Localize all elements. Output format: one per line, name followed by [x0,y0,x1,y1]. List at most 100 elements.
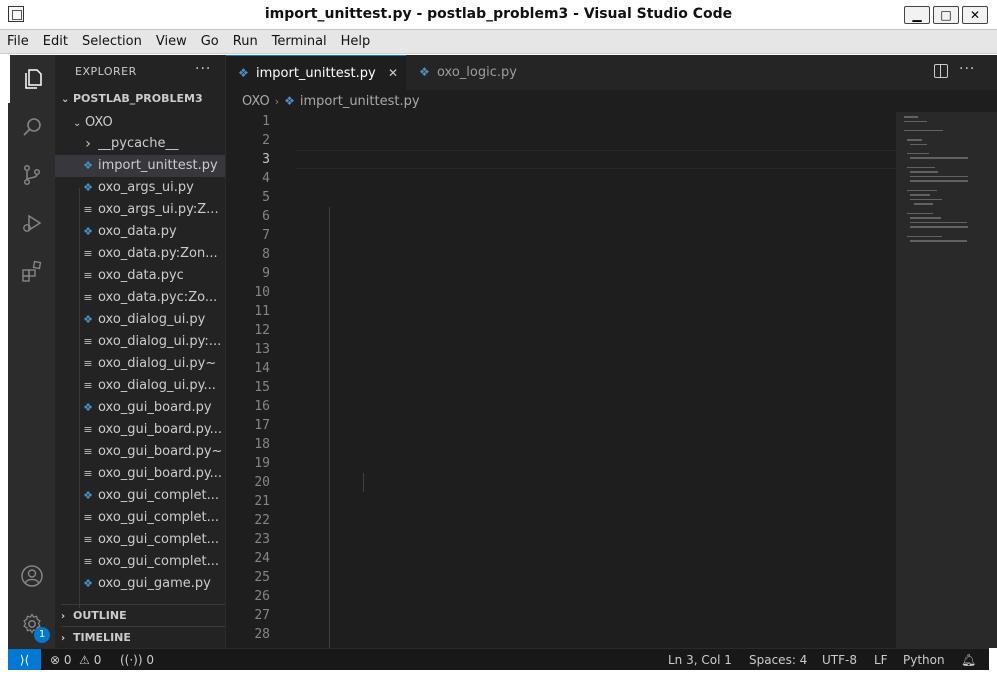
line-number: 18 [254,437,270,452]
menu-edit[interactable]: Edit [43,34,68,49]
chevron-down-icon: ⌄ [73,118,82,129]
error-count: 0 [63,653,72,667]
tree-item[interactable]: ❖ oxo_dialog_ui.py [55,309,225,331]
minimap-line [907,139,922,141]
text-file-icon: ≡ [83,291,93,304]
menu-run[interactable]: Run [233,34,258,49]
minimap-line [913,203,934,205]
account-icon[interactable] [8,552,55,600]
tab-oxo-logic[interactable]: ❖ oxo_logic.py [407,55,549,90]
menu-file[interactable]: File [7,34,29,49]
tree-item[interactable]: ≡ oxo_dialog_ui.py~ [55,353,225,375]
tree-item[interactable]: ≡ oxo_data.pyc:Zo... [55,287,225,309]
text-file-icon: ≡ [83,445,93,458]
menu-go[interactable]: Go [201,34,219,49]
menu-view[interactable]: View [156,34,187,49]
line-number: 14 [254,361,270,376]
tree-item[interactable]: ❖ oxo_gui_board.py [55,397,225,419]
timeline-label: TIMELINE [73,631,131,644]
minimap-line [910,180,968,182]
maximize-button[interactable]: □ [933,6,959,24]
end-of-line[interactable]: LF [874,649,888,671]
timeline-section[interactable]: › TIMELINE [61,626,225,648]
python-file-icon: ❖ [83,159,93,172]
explorer-icon[interactable] [8,55,55,103]
minimap[interactable] [896,112,997,648]
notifications-bell-icon[interactable]: 🔔︎ [961,649,976,671]
ports-indicator[interactable]: ((·)) 0 [120,649,154,671]
tree-item-label: oxo_dialog_ui.py... [98,378,216,393]
line-number: 3 [262,152,270,167]
tree-item-label: oxo_gui_board.py... [98,466,223,481]
breadcrumb-file[interactable]: import_unittest.py [300,94,420,109]
settings-gear-icon[interactable]: 1 [8,600,55,648]
close-tab-icon[interactable]: ✕ [388,56,398,91]
tree-item[interactable]: ≡ oxo_data.pyc [55,265,225,287]
tree-item[interactable]: ≡ oxo_data.py:Zon... [55,243,225,265]
language-mode[interactable]: Python [903,649,945,671]
menu-terminal[interactable]: Terminal [272,34,327,49]
run-debug-icon[interactable] [8,199,55,247]
ports-count: 0 [146,653,155,667]
tree-item[interactable]: ≡ oxo_gui_board.py... [55,463,225,485]
tree-item-label: oxo_dialog_ui.py:... [98,334,222,349]
tree-item[interactable]: ≡ oxo_gui_complet... [55,507,225,529]
python-file-icon: ❖ [83,181,93,194]
close-window-button[interactable]: ✕ [962,6,988,24]
text-file-icon: ≡ [83,423,93,436]
error-icon: ⊗ [50,653,61,667]
tree-item-label: oxo_gui_board.py... [98,422,223,437]
outline-section[interactable]: › OUTLINE [61,604,225,626]
tree-item[interactable]: ≡ oxo_dialog_ui.py... [55,375,225,397]
split-editor-icon[interactable] [934,64,948,78]
menu-selection[interactable]: Selection [82,34,142,49]
tab-import-unittest[interactable]: ❖ import_unittest.py ✕ [226,55,406,90]
line-number: 28 [254,627,270,642]
chevron-right-icon: › [274,95,280,108]
cursor-position[interactable]: Ln 3, Col 1 [668,649,732,671]
code-editor[interactable]: 1 2 3 4 5 6 7 8 9 10 11 12 13 14 15 16 17 18 19 20 21 22 23 24 2… [226,112,997,648]
line-number: 15 [254,380,270,395]
breadcrumb-folder[interactable]: OXO [242,94,270,109]
explorer-more-actions[interactable]: ··· [195,61,211,77]
minimap-slider[interactable] [896,112,997,648]
menu-bar: File Edit Selection View Go Run Terminal… [0,30,997,54]
tree-item[interactable]: ≡ oxo_gui_complet... [55,529,225,551]
explorer-header: EXPLORER [75,65,137,78]
tree-item-label: oxo_gui_complet... [98,554,220,569]
text-file-icon: ≡ [83,269,93,282]
status-bar: ⟩⟨ ⊗ 0 ⚠ 0 ((·)) 0 Ln 3, Col 1 Spaces: 4… [8,648,989,671]
tree-item[interactable]: ≡ oxo_dialog_ui.py:... [55,331,225,353]
python-file-icon: ❖ [238,66,249,80]
indentation[interactable]: Spaces: 4 [749,649,807,671]
search-icon[interactable] [8,103,55,151]
tree-item[interactable]: ❖ oxo_data.py [55,221,225,243]
problems-indicator[interactable]: ⊗ 0 ⚠ 0 [50,649,101,671]
tree-item[interactable]: ≡ oxo_gui_board.py~ [55,441,225,463]
encoding[interactable]: UTF-8 [822,649,857,671]
menu-help[interactable]: Help [341,34,371,49]
folder-oxo[interactable]: ⌄ OXO [73,115,113,130]
tree-item[interactable]: ≡ oxo_gui_board.py... [55,419,225,441]
text-file-icon: ≡ [83,511,93,524]
tree-item-label: oxo_args_ui.py:Z... [98,202,219,217]
text-file-icon: ≡ [83,203,93,216]
workspace-root-label: POSTLAB_PROBLEM3 [73,92,203,105]
indent-guide [363,473,364,492]
minimap-line [910,240,968,242]
source-control-icon[interactable] [8,151,55,199]
extensions-icon[interactable] [8,247,55,295]
tree-item[interactable]: › __pycache__ [55,133,225,155]
remote-indicator[interactable]: ⟩⟨ [8,649,41,671]
workspace-root[interactable]: ⌄ POSTLAB_PROBLEM3 [61,92,203,105]
tree-item[interactable]: ≡ oxo_gui_complet... [55,551,225,573]
tree-item[interactable]: ≡ oxo_args_ui.py:Z... [55,199,225,221]
minimize-button[interactable]: ▁ [904,6,930,24]
line-number: 1 [262,114,270,129]
tree-item[interactable]: ❖ oxo_gui_complet... [55,485,225,507]
tree-item[interactable]: ❖ oxo_args_ui.py [55,177,225,199]
chevron-right-icon: › [85,136,91,152]
editor-more-actions-icon[interactable]: ··· [959,61,975,77]
tree-item[interactable]: ❖ import_unittest.py [55,155,225,177]
tree-item[interactable]: ❖ oxo_gui_game.py [55,573,225,595]
